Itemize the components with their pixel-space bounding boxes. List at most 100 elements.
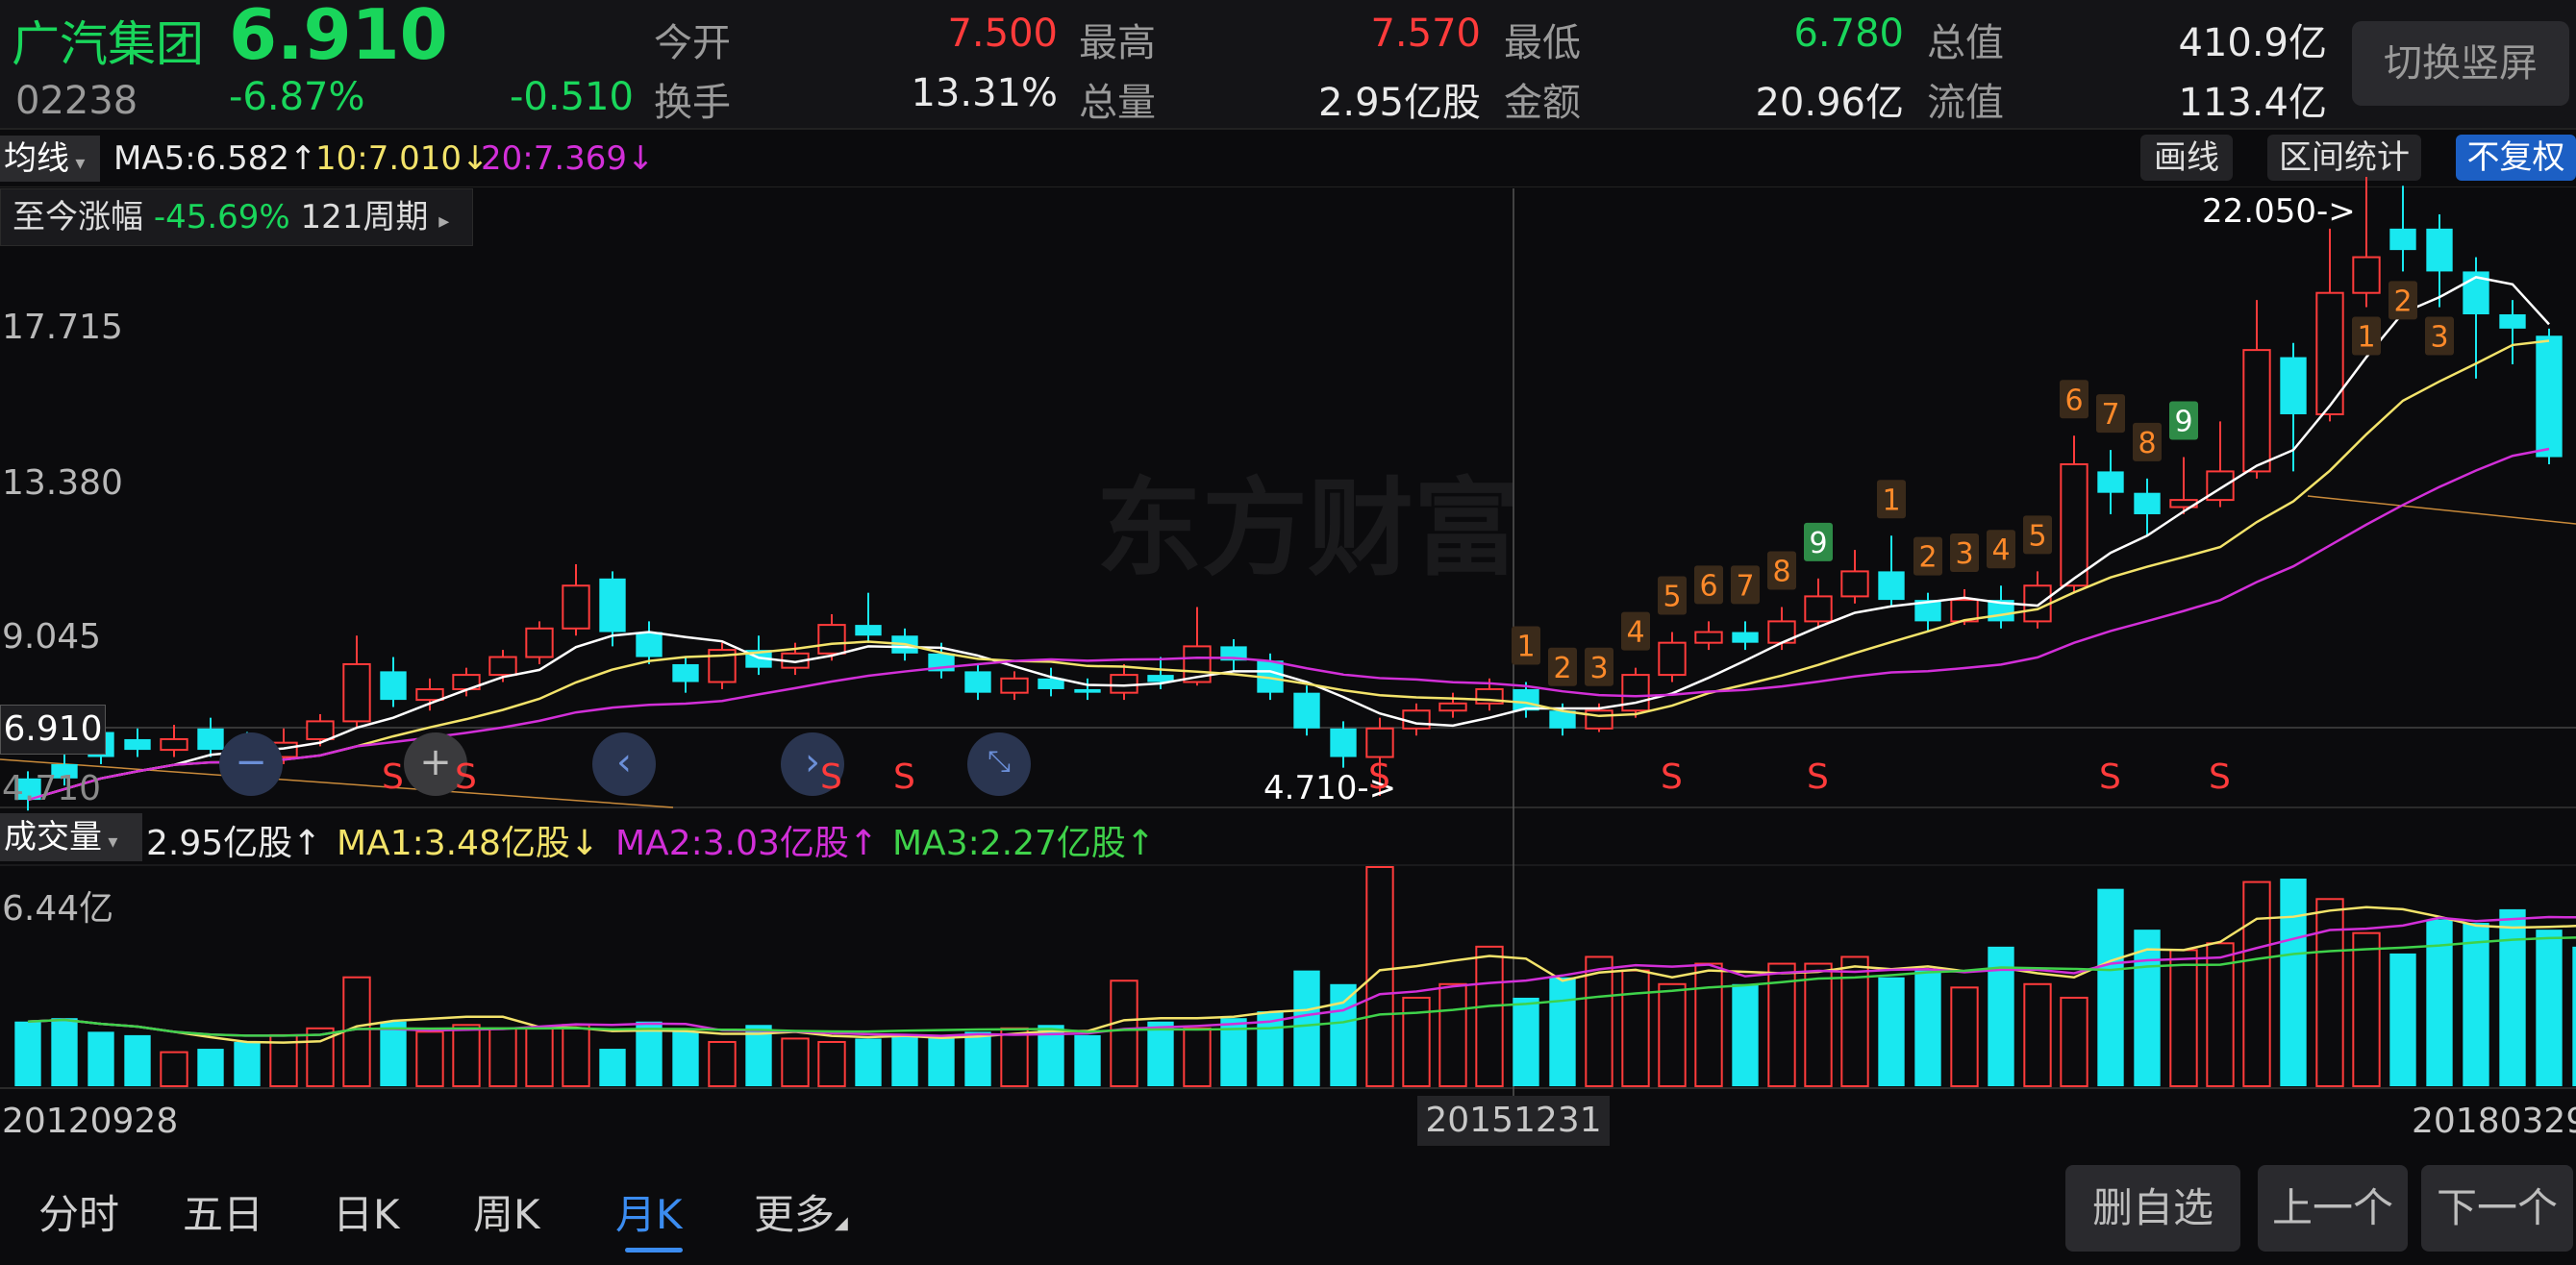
td-sequence-marker: 1: [1877, 480, 1906, 519]
td-marker-text: 1: [2357, 321, 2375, 355]
td-sequence-marker: 2: [1913, 536, 1942, 576]
candle-body: [964, 671, 991, 693]
td-sequence-marker: 1: [1512, 626, 1540, 665]
volume-bar: [1000, 1027, 1029, 1088]
td-sequence-marker: 6: [1694, 565, 1723, 605]
candle-body: [2389, 228, 2416, 251]
tab-monthly-k[interactable]: 月K: [615, 1182, 683, 1241]
volume-bar: [1621, 969, 1650, 1087]
candle-body: [197, 728, 224, 751]
volume-bar: [1183, 1027, 1212, 1088]
candle-body: [599, 578, 626, 632]
candle-body: [2097, 471, 2124, 493]
date-crosshair: 20151231: [1417, 1096, 1610, 1146]
td-marker-text: 2: [2393, 285, 2412, 318]
td-marker-text: 6: [1699, 569, 1717, 603]
volume-bar: [452, 1024, 481, 1088]
sell-signal: S: [2209, 757, 2231, 797]
volume-bar: [160, 1051, 188, 1088]
volume-bar: [342, 976, 371, 1087]
candle-body: [1878, 571, 1905, 601]
volume-bar: [2463, 923, 2489, 1086]
tab-intraday[interactable]: 分时: [38, 1182, 119, 1241]
y-axis-label: 17.715: [2, 308, 123, 347]
td-marker-text: 5: [2028, 519, 2046, 553]
chevron-down-icon: ▾: [102, 830, 118, 853]
volume-bar: [14, 1021, 41, 1086]
td-marker-text: 2: [1918, 541, 1937, 575]
td-sequence-marker: 2: [2388, 281, 2417, 320]
volume-selector[interactable]: 成交量 ▾: [0, 813, 142, 861]
volume-bar: [88, 1031, 114, 1086]
volume-bar: [1513, 997, 1539, 1086]
td-marker-text: 9: [2174, 406, 2192, 439]
ma5-line: [27, 276, 2550, 802]
candle-body: [2023, 584, 2052, 623]
volume-bar: [1293, 970, 1320, 1086]
td-marker-text: 9: [1809, 527, 1827, 560]
candle-body: [342, 662, 371, 723]
td-marker-text: 1: [1516, 631, 1535, 664]
next-button[interactable]: 下一个: [2421, 1165, 2573, 1252]
tab-five-day[interactable]: 五日: [183, 1182, 263, 1241]
sell-signal: S: [1661, 757, 1683, 797]
volume-selector-label: 成交量: [4, 818, 102, 856]
scroll-left-button[interactable]: ‹: [592, 732, 656, 796]
candle-body: [124, 738, 151, 751]
corner-arrow-icon: ◢: [835, 1213, 848, 1233]
candle-body: [1330, 728, 1357, 757]
volume-bar: [928, 1034, 955, 1086]
kline-chart[interactable]: 12 345 6 7 8912 3 4 56 789123: [0, 0, 2576, 1265]
volume-bar: [1110, 980, 1138, 1088]
candle-body: [1402, 709, 1431, 730]
volume-bar: [1804, 962, 1833, 1087]
reset-view-button[interactable]: ⤡: [967, 732, 1031, 796]
volume-bar: [51, 1018, 78, 1086]
trend-line: [2307, 495, 2576, 525]
candle-body: [2499, 313, 2526, 329]
td-marker-text: 4: [1626, 616, 1644, 650]
tab-daily-k[interactable]: 日K: [333, 1182, 400, 1241]
td-marker-text: 3: [1955, 537, 1973, 571]
volume-bar: [817, 1040, 846, 1087]
zoom-out-button[interactable]: −: [219, 732, 283, 796]
previous-button[interactable]: 上一个: [2258, 1165, 2408, 1252]
volume-bar: [672, 1031, 699, 1086]
candle-body: [855, 625, 882, 636]
tab-weekly-k[interactable]: 周K: [473, 1182, 540, 1241]
chevron-left-icon: ‹: [616, 740, 632, 784]
td-sequence-marker: 3: [1950, 533, 1979, 572]
td-sequence-marker: 8: [1767, 551, 1796, 590]
volume-ma1: MA1:3.48亿股↓: [337, 824, 600, 863]
candle-body: [1658, 641, 1687, 677]
volume-bar: [2499, 908, 2526, 1086]
td-sequence-marker: 6: [2060, 380, 2088, 419]
candle-body: [1074, 688, 1101, 693]
candle-body: [1804, 595, 1833, 623]
td-marker-text: 1: [1882, 484, 1900, 517]
volume-bar: [124, 1034, 151, 1086]
volume-bar: [197, 1049, 224, 1086]
candle-body: [2536, 335, 2563, 458]
td-sequence-marker: 7: [1731, 565, 1760, 605]
volume-bar: [2352, 931, 2381, 1087]
candle-body: [380, 671, 407, 701]
volume-bar: [1074, 1034, 1101, 1086]
candle-body: [2315, 291, 2344, 415]
volume-bar: [1438, 982, 1467, 1087]
volume-bar: [2060, 996, 2088, 1088]
volume-bar: [2536, 930, 2563, 1086]
candle-body: [817, 624, 846, 655]
candle-body: [636, 632, 663, 657]
candle-body: [525, 627, 554, 658]
plus-icon: +: [419, 740, 452, 784]
tab-more[interactable]: 更多◢: [754, 1182, 848, 1241]
volume-bar: [2242, 881, 2271, 1087]
candle-body: [1732, 632, 1759, 643]
td-sequence-marker: 3: [2425, 316, 2454, 356]
remove-watchlist-button[interactable]: 删自选: [2065, 1165, 2240, 1252]
volume-bar: [1365, 866, 1394, 1087]
volume-bar: [1475, 945, 1504, 1087]
td-marker-text: 7: [1736, 569, 1754, 603]
volume-bar: [1549, 977, 1576, 1086]
